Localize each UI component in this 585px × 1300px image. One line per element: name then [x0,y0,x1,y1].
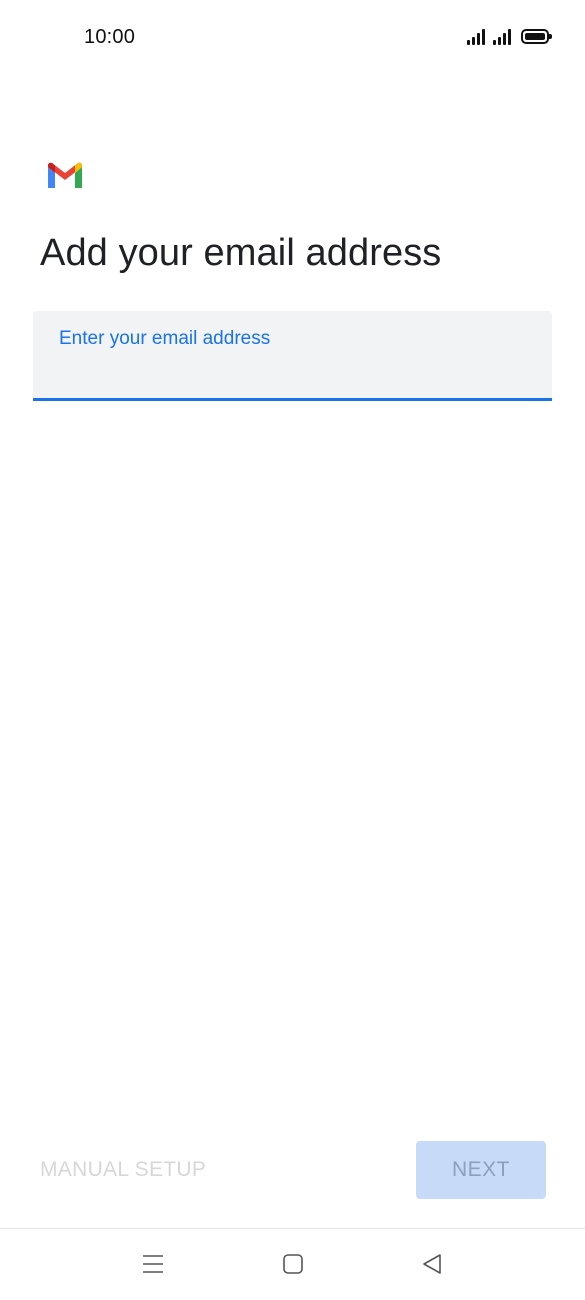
status-bar: 10:00 [0,0,585,74]
menu-icon[interactable] [138,1249,168,1279]
page-title: Add your email address [40,232,442,274]
signal-icon-secondary [493,27,511,45]
manual-setup-button[interactable]: MANUAL SETUP [40,1158,206,1182]
email-field[interactable]: Enter your email address [33,311,552,401]
navigation-bar [0,1229,585,1300]
email-field-label: Enter your email address [59,328,271,349]
home-icon[interactable] [278,1249,308,1279]
email-input[interactable] [59,355,523,389]
status-time: 10:00 [84,26,136,48]
battery-icon [521,29,552,44]
status-icons [467,27,552,45]
back-icon[interactable] [418,1249,448,1279]
signal-icon [467,27,485,45]
next-button[interactable]: NEXT [416,1141,546,1199]
gmail-logo-icon [48,162,82,188]
